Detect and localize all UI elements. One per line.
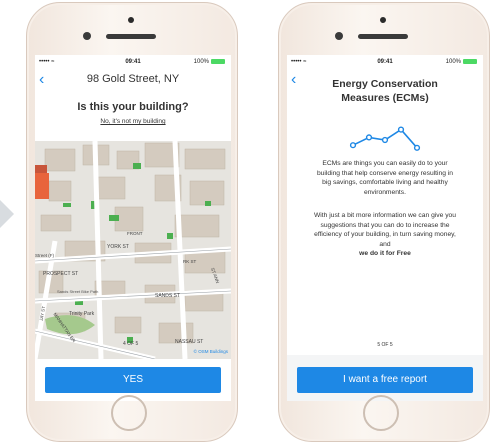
front-camera-dot [380, 17, 386, 23]
trend-point-4 [413, 144, 421, 151]
ecm-offer-line-1: With just a bit more information we can … [314, 212, 456, 219]
energy-trend-graph-icon [349, 126, 421, 151]
trend-point-3 [397, 126, 405, 133]
map-label-pager: 4 OF 5 [123, 341, 139, 347]
map-label-rk-st: RK ST [183, 259, 197, 264]
map-label-sands-st: SANDS ST [155, 293, 181, 299]
trend-point-2 [381, 136, 389, 144]
ecm-offer-free: we do it for Free [359, 250, 411, 257]
ecm-description-line-3: big savings, comfortable living and heal… [322, 179, 448, 186]
ecm-offer-line-2: suggestions that you can do to increase … [320, 221, 450, 229]
map-label-bike-path: Sands Street Bike Path [57, 289, 99, 294]
page-title-line-2: Measures (ECMs) [341, 92, 429, 104]
home-button[interactable] [111, 395, 147, 431]
front-camera-dot [128, 17, 134, 23]
home-button[interactable] [363, 395, 399, 431]
phone-frame-1: ••••• ≈ 09:41 100% ‹ 98 Gold Street, NY … [26, 2, 238, 442]
map-label-prospect-st: PROSPECT ST [43, 271, 79, 277]
battery-percent: 100% [445, 59, 461, 66]
status-bar: ••••• ≈ 09:41 100% [287, 55, 483, 69]
ecm-description: ECMs are things you can easily do to you… [297, 159, 473, 197]
screen-building-confirm: ••••• ≈ 09:41 100% ‹ 98 Gold Street, NY … [35, 55, 231, 401]
trend-point-1 [365, 134, 373, 141]
yes-button[interactable]: YES [45, 367, 221, 393]
page-title-ecm: Energy Conservation Measures (ECMs) [287, 77, 483, 105]
camera-icon [83, 32, 91, 40]
ecm-description-line-4: environments. [363, 188, 406, 196]
earpiece-speaker [358, 34, 408, 39]
not-my-building-link[interactable]: No, it's not my building [35, 118, 231, 125]
camera-icon [335, 32, 343, 40]
battery-percent: 100% [193, 59, 209, 66]
ecm-description-line-1: ECMs are things you can easily do to you… [322, 160, 448, 167]
battery-indicator: 100% [194, 59, 225, 65]
map-label-trinity-park: Trinity Park [69, 311, 95, 317]
ecm-offer-line-4: and [379, 240, 391, 248]
building-map[interactable]: YORK ST SANDS ST NASSAU ST Trinity Park … [35, 141, 231, 359]
status-bar: ••••• ≈ 09:41 100% [35, 55, 231, 69]
ecm-offer-text: With just a bit more information we can … [297, 211, 473, 259]
earpiece-speaker [106, 34, 156, 39]
battery-icon [463, 59, 477, 64]
map-attribution[interactable]: © OSM Buildings [194, 349, 228, 354]
trend-point-0 [349, 142, 357, 149]
ecm-offer-line-3: efficiency of your building, in turn sav… [314, 231, 456, 238]
carousel-prev-arrow-icon[interactable] [0, 200, 14, 228]
ecm-description-line-2: building that help conserve energy resul… [316, 169, 454, 177]
phone-frame-2: ••••• ≈ 09:41 100% ‹ Energy Conservation… [278, 2, 490, 442]
page-title-line-1: Energy Conservation [332, 78, 438, 90]
map-label-street-f: Street (F) [35, 253, 55, 258]
page-indicator: 5 OF 5 [377, 342, 393, 348]
building-question: Is this your building? [77, 101, 189, 113]
map-label-front: FRONT [127, 231, 143, 236]
map-label-york-st: YORK ST [107, 244, 129, 250]
free-report-button[interactable]: I want a free report [297, 367, 473, 393]
map-label-nassau-st: NASSAU ST [175, 339, 204, 345]
battery-icon [211, 59, 225, 64]
page-title-address: 98 Gold Street, NY [86, 73, 180, 85]
battery-indicator: 100% [446, 59, 477, 65]
screen-ecm-info: ••••• ≈ 09:41 100% ‹ Energy Conservation… [287, 55, 483, 401]
